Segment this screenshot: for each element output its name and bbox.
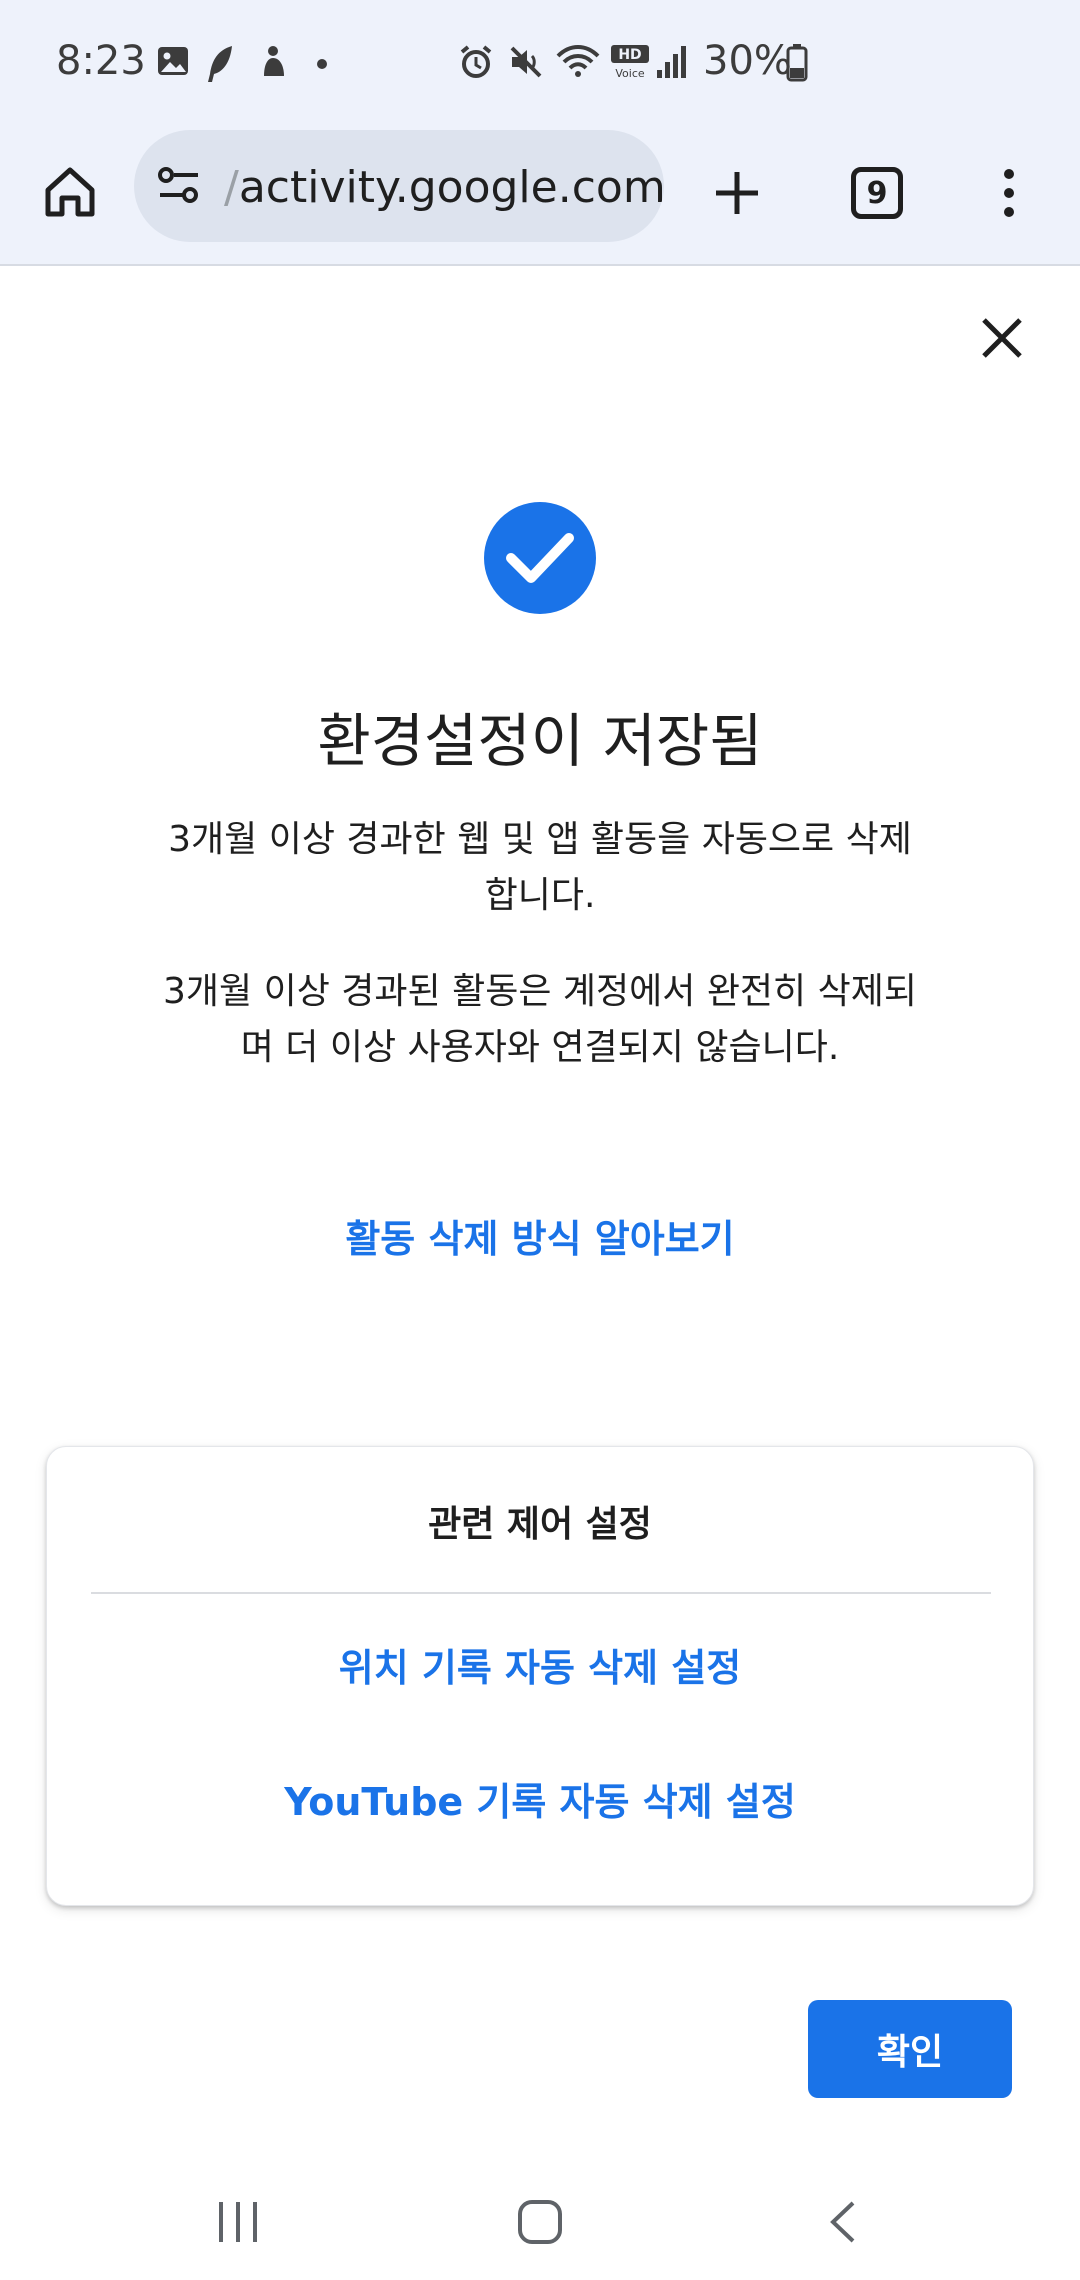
card-title: 관련 제어 설정 — [428, 1504, 652, 1545]
url-domain: activity.google.com — [238, 162, 664, 213]
signal-icon — [657, 46, 686, 78]
status-time: 8:23 — [56, 38, 146, 84]
feather-icon — [208, 46, 232, 82]
url-text[interactable]: /activity.google.com — [224, 162, 664, 213]
close-icon — [982, 318, 1022, 358]
home-nav-button[interactable] — [500, 2182, 580, 2262]
hd-voice-icon: HD Voice — [611, 45, 649, 80]
url-prefix: / — [224, 162, 239, 213]
more-vert-icon — [1004, 169, 1014, 217]
checkmark-icon — [506, 533, 574, 583]
battery-percentage: 30% — [703, 38, 792, 84]
mute-icon — [510, 46, 542, 78]
home-button[interactable] — [34, 156, 106, 228]
success-check-icon — [484, 502, 596, 614]
gallery-icon — [158, 47, 188, 75]
system-nav-bar — [0, 2160, 1080, 2280]
address-bar[interactable]: /activity.google.com — [134, 130, 664, 242]
related-controls-card: 관련 제어 설정 위치 기록 자동 삭제 설정 YouTube 기록 자동 삭제… — [46, 1446, 1034, 1906]
wifi-icon — [556, 45, 600, 77]
description-secondary: 3개월 이상 경과된 활동은 계정에서 완전히 삭제되며 더 이상 사용자와 연… — [163, 971, 917, 1068]
home-nav-icon — [518, 2200, 562, 2244]
tab-switcher-button[interactable]: 9 — [840, 156, 914, 230]
app-icon — [264, 46, 284, 76]
tab-count: 9 — [851, 167, 903, 219]
home-icon — [45, 167, 95, 217]
description-primary: 3개월 이상 경과한 웹 및 앱 활동을 자동으로 삭제합니다. — [168, 819, 912, 916]
youtube-history-autodelete-link[interactable]: YouTube 기록 자동 삭제 설정 — [47, 1771, 1033, 1826]
back-icon — [830, 2201, 855, 2243]
back-button[interactable] — [802, 2182, 882, 2262]
close-button[interactable] — [972, 308, 1032, 368]
recent-apps-button[interactable] — [198, 2182, 278, 2262]
card-divider — [91, 1592, 991, 1594]
site-settings-icon[interactable] — [156, 162, 202, 208]
battery-icon — [786, 44, 808, 82]
page-title: 환경설정이 저장됨 — [317, 707, 763, 775]
new-tab-button[interactable] — [700, 156, 774, 230]
plus-icon — [716, 172, 758, 214]
learn-more-link[interactable]: 활동 삭제 방식 알아보기 — [0, 1208, 1080, 1263]
dot-icon — [317, 59, 327, 69]
browser-toolbar: /activity.google.com 9 — [0, 128, 1080, 266]
recents-icon — [219, 2202, 257, 2242]
svg-text:HD: HD — [618, 47, 641, 63]
alarm-icon — [460, 45, 492, 78]
location-history-autodelete-link[interactable]: 위치 기록 자동 삭제 설정 — [47, 1637, 1033, 1692]
svg-text:Voice: Voice — [615, 67, 645, 80]
confirm-button[interactable]: 확인 — [808, 2000, 1012, 2098]
status-bar: 8:23 HD Voice 30% — [0, 0, 1080, 128]
more-menu-button[interactable] — [972, 156, 1046, 230]
